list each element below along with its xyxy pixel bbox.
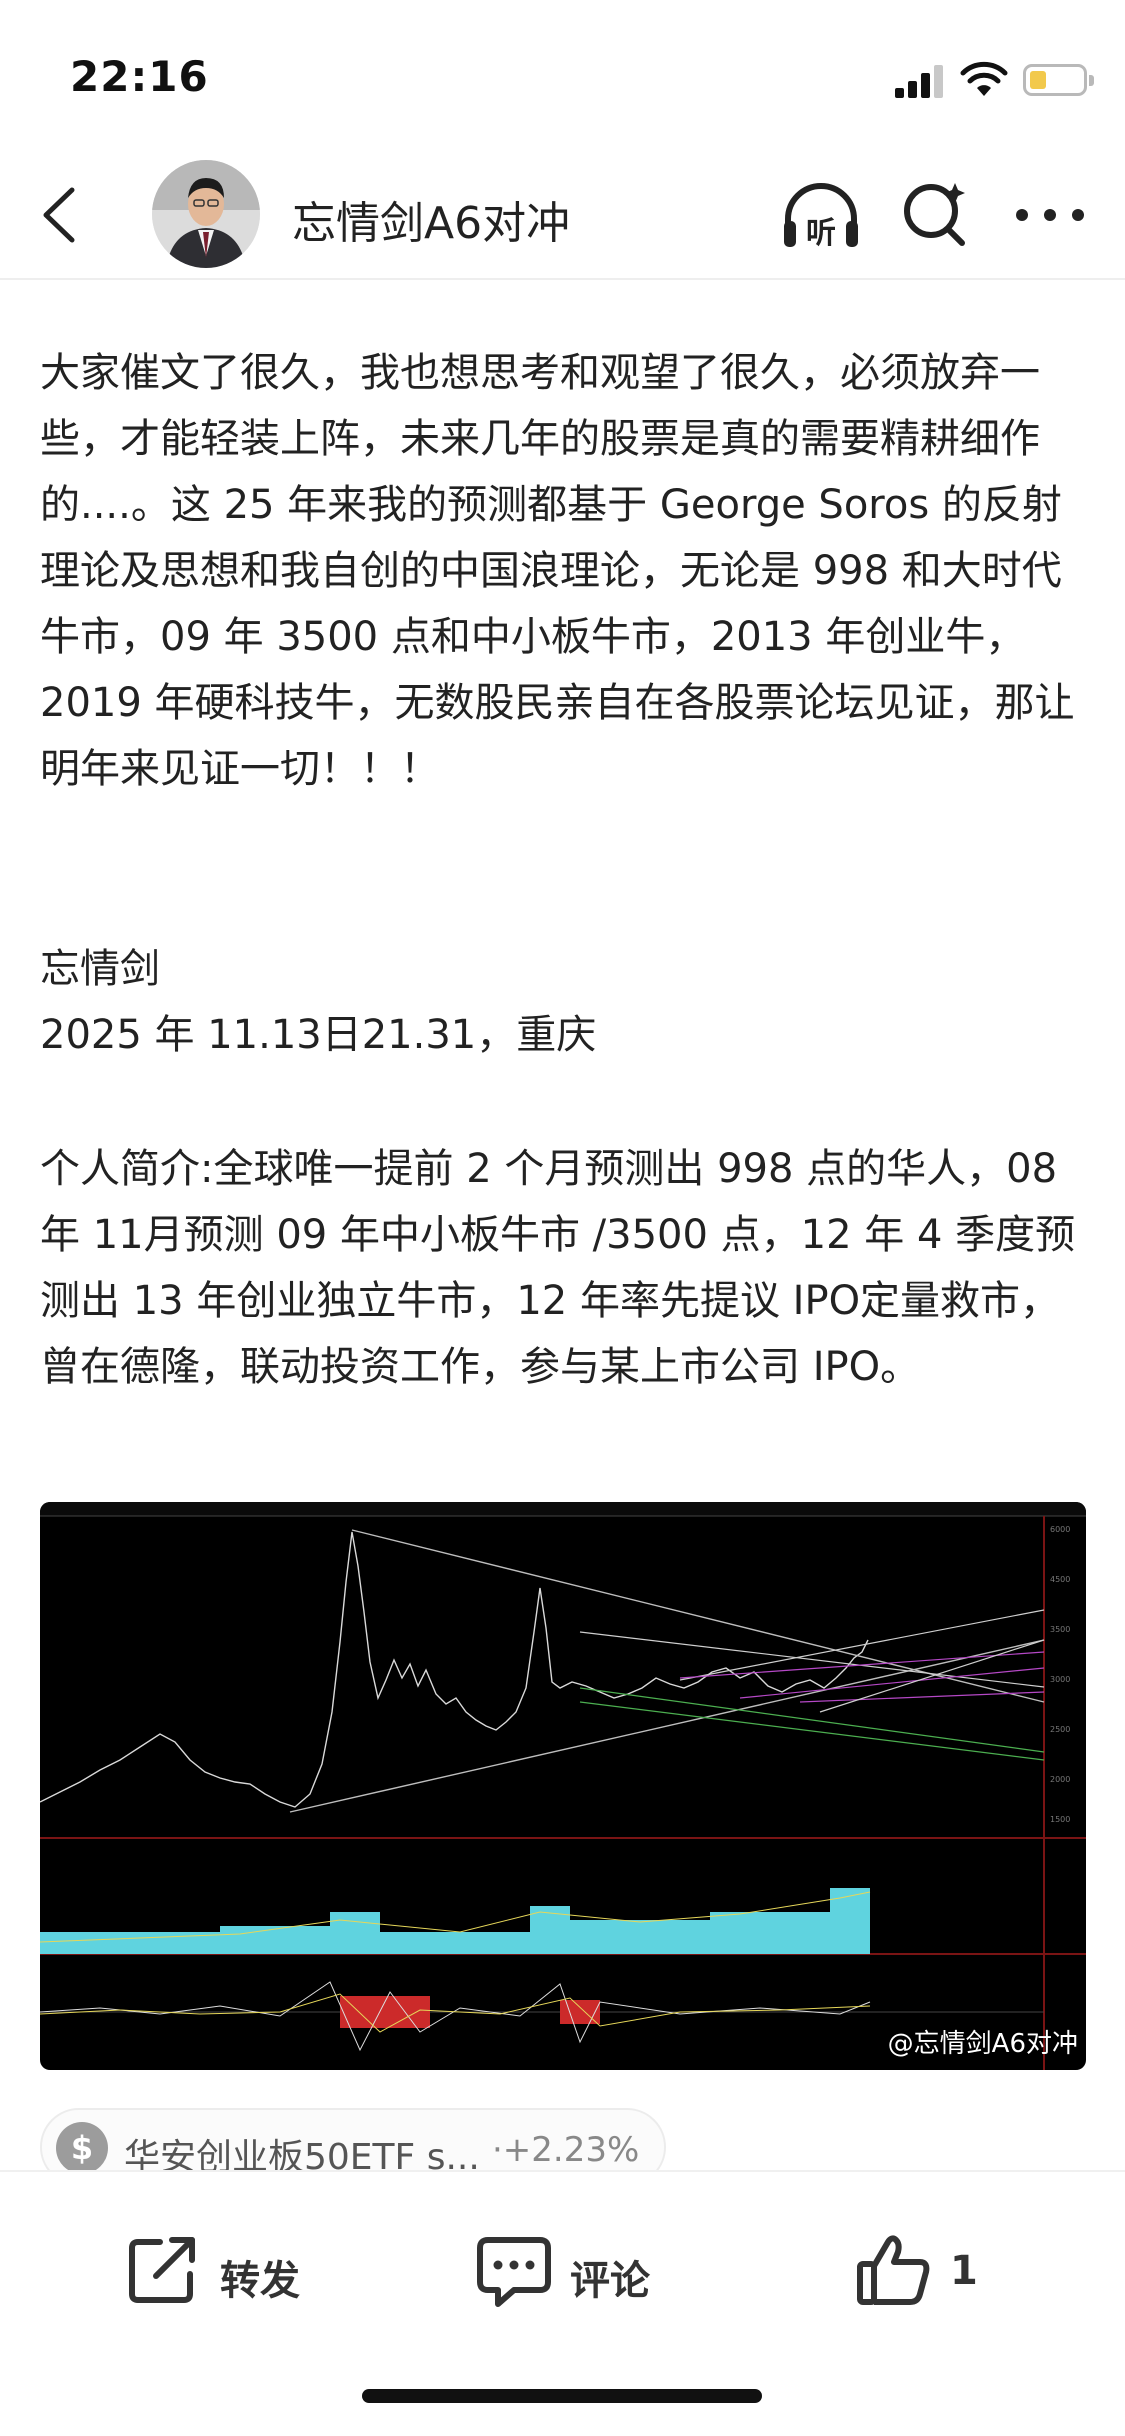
- like-button[interactable]: 1: [854, 2230, 994, 2326]
- image-watermark: @忘情剑A6对冲: [887, 2029, 1078, 2059]
- repost-button[interactable]: 转发: [124, 2230, 324, 2326]
- author-name[interactable]: 忘情剑A6对冲: [292, 187, 570, 251]
- author-bio: 个人简介:全球唯一提前 2 个月预测出 998 点的华人，08 年 11月预测 …: [40, 1146, 1076, 1390]
- svg-text:6000: 6000: [1050, 1525, 1070, 1534]
- battery-icon: [1023, 64, 1094, 96]
- status-bar: 22:16: [0, 0, 1125, 150]
- svg-text:3000: 3000: [1050, 1675, 1070, 1684]
- dollar-icon: $: [56, 2122, 108, 2174]
- comment-label: 评论: [570, 2258, 650, 2304]
- stock-change: ·+2.23%: [492, 2130, 640, 2170]
- cellular-signal-icon: [895, 64, 947, 98]
- svg-text:2500: 2500: [1050, 1725, 1070, 1734]
- share-icon: [129, 2237, 195, 2303]
- post-signature: 忘情剑: [40, 946, 160, 992]
- repost-label: 转发: [220, 2258, 300, 2304]
- like-count: 1: [950, 2248, 978, 2294]
- wifi-icon: [960, 61, 1008, 96]
- post-body: 大家催文了很久，我也想思考和观望了很久，必须放弃一些，才能轻装上阵，未来几年的股…: [40, 340, 1090, 1400]
- comment-bubble-icon: [477, 2237, 551, 2307]
- back-arrow-icon[interactable]: [30, 180, 90, 250]
- status-time: 22:16: [70, 52, 209, 101]
- post-paragraph-main: 大家催文了很久，我也想思考和观望了很久，必须放弃一些，才能轻装上阵，未来几年的股…: [40, 350, 1075, 792]
- author-avatar[interactable]: [152, 160, 260, 268]
- svg-text:4500: 4500: [1050, 1575, 1070, 1584]
- svg-text:3500: 3500: [1050, 1625, 1070, 1634]
- search-icon[interactable]: [899, 177, 971, 249]
- svg-text:听: 听: [806, 216, 836, 251]
- volume-bars: [40, 1888, 871, 1954]
- post-date-line: 2025 年 11.13日21.31，重庆: [40, 1012, 597, 1058]
- more-options-icon[interactable]: [1010, 177, 1090, 249]
- home-indicator[interactable]: [362, 2389, 762, 2403]
- listen-headphones-icon[interactable]: 听: [778, 177, 864, 253]
- attached-stock-chart-image[interactable]: 6000 4500 3500 3000 2500 2000 1500 @忘情剑A…: [40, 1502, 1086, 2070]
- svg-text:2000: 2000: [1050, 1775, 1070, 1784]
- svg-text:1500: 1500: [1050, 1815, 1070, 1824]
- thumbs-up-icon: [857, 2235, 930, 2305]
- top-navigation-bar: 忘情剑A6对冲 听: [0, 150, 1125, 280]
- chart-drawing: 6000 4500 3500 3000 2500 2000 1500: [40, 1502, 1086, 2070]
- comment-button[interactable]: 评论: [474, 2230, 674, 2326]
